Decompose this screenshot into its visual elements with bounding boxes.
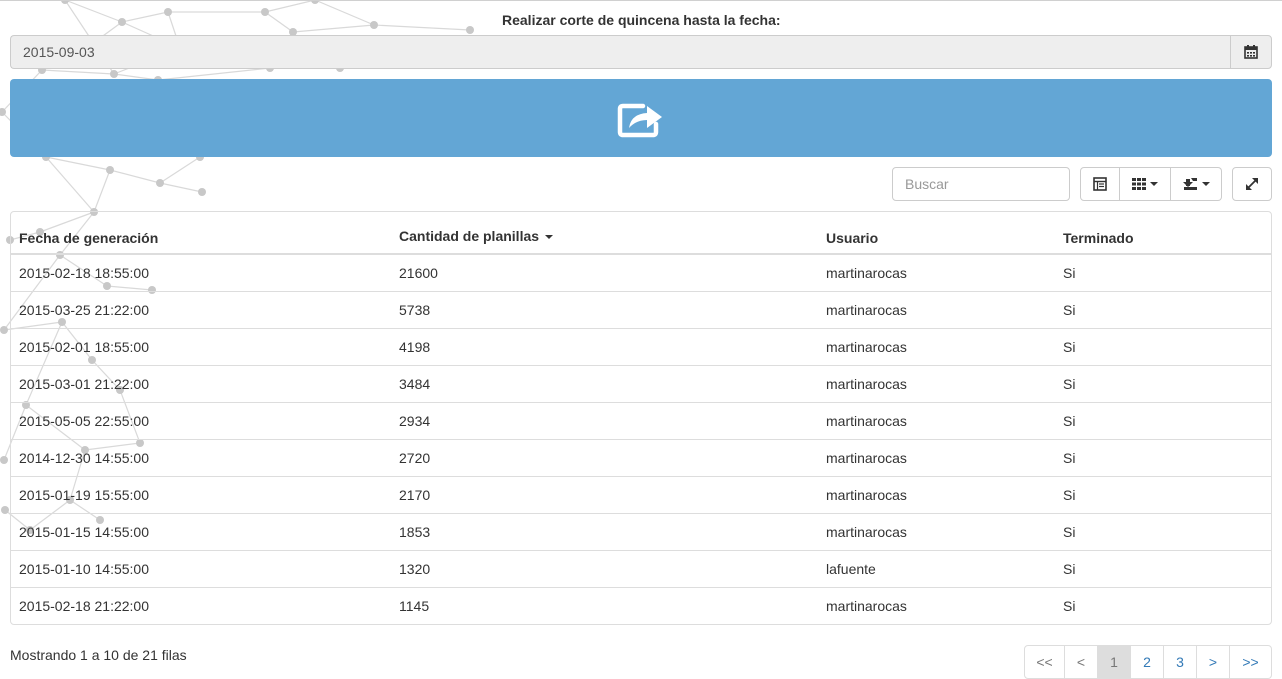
cell-count: 2170: [391, 475, 818, 513]
calendar-icon: [1244, 45, 1258, 59]
cell-user: martinarocas: [818, 290, 1055, 328]
top-border: [0, 0, 1282, 1]
table-row[interactable]: 2015-02-01 18:55:00 4198 martinarocas Si: [11, 327, 1271, 365]
cell-date: 2015-03-25 21:22:00: [11, 290, 391, 328]
cell-count: 5738: [391, 290, 818, 328]
cell-finished: Si: [1055, 549, 1271, 587]
cell-date: 2015-01-10 14:55:00: [11, 549, 391, 587]
column-header-label: Terminado: [1063, 229, 1134, 246]
cell-finished: Si: [1055, 512, 1271, 550]
cell-date: 2015-02-01 18:55:00: [11, 327, 391, 365]
page-last-button[interactable]: >>: [1230, 645, 1272, 679]
cell-date: 2015-05-05 22:55:00: [11, 401, 391, 439]
columns-dropdown-button[interactable]: [1120, 167, 1171, 201]
column-header-label: Fecha de generación: [19, 229, 159, 246]
cell-user: martinarocas: [818, 327, 1055, 365]
cell-count: 1853: [391, 512, 818, 550]
columns-icon: [1132, 178, 1146, 190]
share-icon: [617, 103, 662, 138]
table-row[interactable]: 2015-01-10 14:55:00 1320 lafuente Si: [11, 549, 1271, 587]
cell-user: lafuente: [818, 549, 1055, 587]
table-row[interactable]: 2015-02-18 18:55:00 21600 martinarocas Si: [11, 254, 1271, 291]
column-header-finished[interactable]: Terminado: [1055, 212, 1271, 255]
cell-count: 1320: [391, 549, 818, 587]
page-next-button[interactable]: >: [1197, 645, 1230, 679]
date-input-group: 2015-09-03: [10, 35, 1272, 69]
column-header-date[interactable]: Fecha de generación: [11, 212, 391, 255]
column-header-user[interactable]: Usuario: [818, 212, 1055, 255]
fullscreen-icon: [1246, 178, 1258, 190]
cell-user: martinarocas: [818, 401, 1055, 439]
column-header-count[interactable]: Cantidad de planillas: [391, 212, 818, 255]
export-dropdown-button[interactable]: [1171, 167, 1222, 201]
cell-user: martinarocas: [818, 364, 1055, 402]
page-first-button[interactable]: <<: [1024, 645, 1065, 679]
cell-count: 2934: [391, 401, 818, 439]
cell-date: 2015-02-18 21:22:00: [11, 586, 391, 624]
cell-finished: Si: [1055, 364, 1271, 402]
table-row[interactable]: 2015-01-19 15:55:00 2170 martinarocas Si: [11, 475, 1271, 513]
table-toolbar: [1080, 167, 1222, 201]
cell-date: 2015-01-15 14:55:00: [11, 512, 391, 550]
cell-count: 4198: [391, 327, 818, 365]
cell-user: martinarocas: [818, 586, 1055, 624]
list-toggle-icon: [1093, 177, 1107, 191]
table-row[interactable]: 2015-05-05 22:55:00 2934 martinarocas Si: [11, 401, 1271, 439]
cut-fortnight-button[interactable]: [10, 79, 1272, 157]
page-3-button[interactable]: 3: [1164, 645, 1197, 679]
page-2-button[interactable]: 2: [1131, 645, 1164, 679]
table-row[interactable]: 2014-12-30 14:55:00 2720 martinarocas Si: [11, 438, 1271, 476]
cell-date: 2015-03-01 21:22:00: [11, 364, 391, 402]
cell-finished: Si: [1055, 290, 1271, 328]
cell-user: martinarocas: [818, 438, 1055, 476]
results-table: Fecha de generación Cantidad de planilla…: [10, 211, 1272, 625]
table-header-row: Fecha de generación Cantidad de planilla…: [11, 212, 1271, 255]
fullscreen-button[interactable]: [1232, 167, 1272, 201]
search-input[interactable]: Buscar: [892, 167, 1070, 201]
table-row[interactable]: 2015-02-18 21:22:00 1145 martinarocas Si: [11, 586, 1271, 624]
cell-count: 21600: [399, 264, 438, 281]
sort-desc-icon: [545, 234, 554, 239]
cell-date: 2015-01-19 15:55:00: [11, 475, 391, 513]
cell-user: martinarocas: [826, 264, 907, 281]
cell-date: 2014-12-30 14:55:00: [11, 438, 391, 476]
cell-finished: Si: [1055, 586, 1271, 624]
cell-finished: Si: [1055, 438, 1271, 476]
calendar-button[interactable]: [1230, 35, 1272, 69]
cell-count: 3484: [391, 364, 818, 402]
date-label: Realizar corte de quincena hasta la fech…: [502, 12, 781, 28]
export-icon: [1183, 178, 1197, 190]
column-header-label: Usuario: [826, 229, 879, 246]
cell-date: 2015-02-18 18:55:00: [19, 264, 149, 281]
table-row[interactable]: 2015-01-15 14:55:00 1853 martinarocas Si: [11, 512, 1271, 550]
page-prev-button[interactable]: <: [1065, 645, 1098, 679]
cell-finished: Si: [1055, 327, 1271, 365]
table-row[interactable]: 2015-03-25 21:22:00 5738 martinarocas Si: [11, 290, 1271, 328]
toggle-view-button[interactable]: [1080, 167, 1120, 201]
chevron-down-icon: [1150, 182, 1158, 186]
cell-finished: Si: [1055, 475, 1271, 513]
date-field[interactable]: 2015-09-03: [10, 35, 1230, 69]
pagination: << < 1 2 3 > >>: [1024, 645, 1272, 679]
cell-count: 1145: [391, 586, 818, 624]
cell-finished: Si: [1055, 401, 1271, 439]
column-header-label: Cantidad de planillas: [399, 227, 540, 244]
cell-count: 2720: [391, 438, 818, 476]
cell-user: martinarocas: [818, 512, 1055, 550]
pagination-summary: Mostrando 1 a 10 de 21 filas: [10, 647, 187, 663]
page-1-button[interactable]: 1: [1098, 645, 1131, 679]
chevron-down-icon: [1202, 182, 1210, 186]
cell-finished: Si: [1063, 264, 1076, 281]
cell-user: martinarocas: [818, 475, 1055, 513]
table-row[interactable]: 2015-03-01 21:22:00 3484 martinarocas Si: [11, 364, 1271, 402]
